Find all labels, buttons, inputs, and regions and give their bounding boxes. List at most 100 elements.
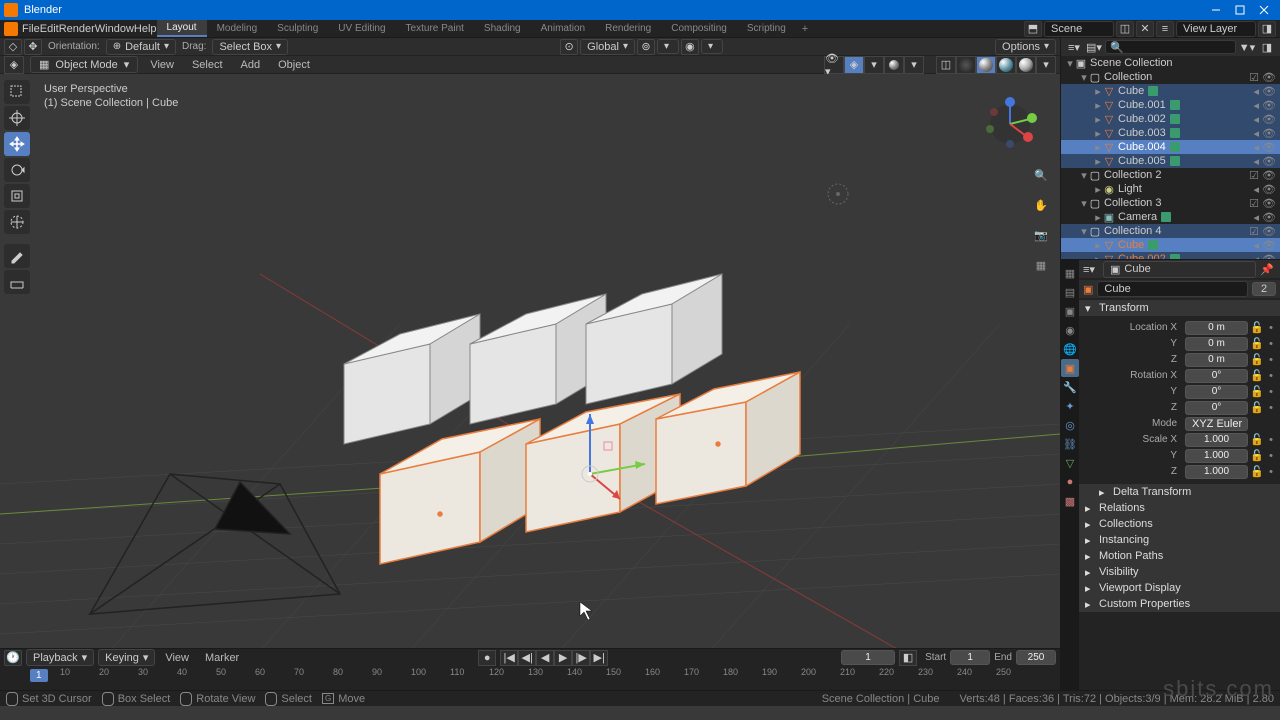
preview-range-icon[interactable]: ◧ <box>899 650 917 666</box>
autokey-toggle[interactable]: ● <box>478 650 496 666</box>
panel-instancing[interactable]: ▸Instancing <box>1079 532 1280 548</box>
tool-transform[interactable] <box>4 210 30 234</box>
timeline-ruler[interactable]: 1 10203040506070809010011012013014015016… <box>0 667 1060 690</box>
object-users-field[interactable]: 2 <box>1252 282 1276 296</box>
outliner-row[interactable]: ▸▽Cube.003◂👁 <box>1061 126 1280 140</box>
workspace-add[interactable]: + <box>796 23 814 35</box>
visibility-icon[interactable]: 👁▾ <box>824 56 844 74</box>
outliner-new-collection-icon[interactable]: ◨ <box>1258 39 1276 55</box>
properties-editor-icon[interactable]: ≡▾ <box>1083 263 1099 276</box>
workspace-texture[interactable]: Texture Paint <box>396 21 474 36</box>
viewport-menu-add[interactable]: Add <box>235 59 267 71</box>
tab-output[interactable]: ▤ <box>1061 283 1079 301</box>
menu-render[interactable]: Render <box>59 23 95 35</box>
outliner-row[interactable]: ▸▣Camera◂👁 <box>1061 210 1280 224</box>
scene-browse-icon[interactable]: ⬒ <box>1024 21 1042 37</box>
outliner-search[interactable]: 🔍 <box>1105 40 1236 54</box>
pivot-icon[interactable]: ⊙ <box>560 39 578 55</box>
options-dropdown[interactable]: Options ▾ <box>995 39 1056 55</box>
shading-dropdown[interactable]: ▾ <box>1036 56 1056 74</box>
timeline-editor-icon[interactable]: 🕐 <box>4 650 22 666</box>
drag-dropdown[interactable]: Select Box ▾ <box>212 39 288 55</box>
tab-object[interactable]: ▣ <box>1061 359 1079 377</box>
playback-dropdown[interactable]: Playback ▾ <box>26 649 94 666</box>
play-reverse-icon[interactable]: ◀ <box>536 650 554 666</box>
zoom-icon[interactable]: 🔍 <box>1030 164 1052 186</box>
nav-gizmo[interactable] <box>980 94 1040 154</box>
outliner-row[interactable]: ▾▢Collection☑👁 <box>1061 70 1280 84</box>
tab-world[interactable]: 🌐 <box>1061 340 1079 358</box>
workspace-uv[interactable]: UV Editing <box>328 21 395 36</box>
outliner-row[interactable]: ▸▽Cube.002◂👁 <box>1061 112 1280 126</box>
tool-rotate[interactable] <box>4 158 30 182</box>
menu-help[interactable]: Help <box>134 23 157 35</box>
tab-physics[interactable]: ◎ <box>1061 416 1079 434</box>
start-frame-field[interactable]: 1 <box>950 650 990 665</box>
overlays-dropdown[interactable]: ▾ <box>904 56 924 74</box>
outliner-row[interactable]: ▾▢Collection 2☑👁 <box>1061 168 1280 182</box>
gizmo-dropdown[interactable]: ▾ <box>864 56 884 74</box>
transform-orientations-icon[interactable]: ✥ <box>24 39 42 55</box>
outliner-row[interactable]: ▸▽Cube.004◂👁 <box>1061 140 1280 154</box>
panel-vpdisplay[interactable]: ▸Viewport Display <box>1079 580 1280 596</box>
outliner-row[interactable]: ▾▢Collection 3☑👁 <box>1061 196 1280 210</box>
workspace-scripting[interactable]: Scripting <box>737 21 796 36</box>
workspace-modeling[interactable]: Modeling <box>207 21 268 36</box>
playhead[interactable]: 1 <box>30 669 48 682</box>
workspace-shading[interactable]: Shading <box>474 21 531 36</box>
end-frame-field[interactable]: 250 <box>1016 650 1056 665</box>
pin-icon[interactable]: 📌 <box>1260 263 1276 276</box>
workspace-compositing[interactable]: Compositing <box>661 21 737 36</box>
rendered-shading[interactable] <box>1016 56 1036 74</box>
keyframe-prev-icon[interactable]: ◀| <box>518 650 536 666</box>
outliner-row[interactable]: ▸▽Cube.002◂👁 <box>1061 252 1280 259</box>
keying-dropdown[interactable]: Keying ▾ <box>98 649 155 666</box>
solid-shading[interactable] <box>976 56 996 74</box>
timeline-menu-marker[interactable]: Marker <box>199 652 245 664</box>
viewlayer-field[interactable]: View Layer <box>1176 21 1256 37</box>
play-icon[interactable]: ▶ <box>554 650 572 666</box>
scale-x[interactable]: 1.000 <box>1185 433 1248 447</box>
tab-constraints[interactable]: ⛓ <box>1061 435 1079 453</box>
viewport-menu-view[interactable]: View <box>144 59 180 71</box>
jump-end-icon[interactable]: ▶| <box>590 650 608 666</box>
location-z[interactable]: 0 m <box>1185 353 1248 367</box>
tool-measure[interactable] <box>4 270 30 294</box>
tool-move[interactable] <box>4 132 30 156</box>
perspective-icon[interactable]: ▦ <box>1030 254 1052 276</box>
xray-toggle[interactable]: ◫ <box>936 56 956 74</box>
tab-scene[interactable]: ◉ <box>1061 321 1079 339</box>
tab-mesh[interactable]: ▽ <box>1061 454 1079 472</box>
tab-particles[interactable]: ✦ <box>1061 397 1079 415</box>
viewport-menu-select[interactable]: Select <box>186 59 229 71</box>
panel-transform[interactable]: ▾Transform <box>1079 300 1280 316</box>
rotation-mode[interactable]: XYZ Euler ▾ <box>1185 417 1248 431</box>
outliner-display-icon[interactable]: ▤▾ <box>1085 39 1103 55</box>
workspace-sculpting[interactable]: Sculpting <box>267 21 328 36</box>
proportional-icon[interactable]: ◉ <box>681 39 699 55</box>
location-x[interactable]: 0 m <box>1185 321 1248 335</box>
outliner-tree[interactable]: ▾▣Scene Collection ▾▢Collection☑👁▸▽Cube◂… <box>1061 56 1280 259</box>
jump-start-icon[interactable]: |◀ <box>500 650 518 666</box>
viewport-canvas[interactable] <box>0 74 1060 648</box>
camera-view-icon[interactable]: 📷 <box>1030 224 1052 246</box>
menu-edit[interactable]: Edit <box>40 23 59 35</box>
tab-render[interactable]: ▦ <box>1061 264 1079 282</box>
scene-new-icon[interactable]: ◫ <box>1116 21 1134 37</box>
properties-breadcrumb[interactable]: ▣ Cube <box>1103 261 1256 278</box>
close-button[interactable] <box>1252 1 1276 19</box>
wireframe-shading[interactable] <box>956 56 976 74</box>
outliner-row[interactable]: ▸▽Cube◂👁 <box>1061 84 1280 98</box>
editor-type-3d-icon[interactable]: ◈ <box>4 56 24 74</box>
scene-field[interactable]: Scene <box>1044 21 1114 37</box>
outliner-filter-icon[interactable]: ▼▾ <box>1238 39 1256 55</box>
tab-viewlayer[interactable]: ▣ <box>1061 302 1079 320</box>
workspace-animation[interactable]: Animation <box>531 21 595 36</box>
panel-visibility[interactable]: ▸Visibility <box>1079 564 1280 580</box>
tab-modifiers[interactable]: 🔧 <box>1061 378 1079 396</box>
lookdev-shading[interactable] <box>996 56 1016 74</box>
viewlayer-del-icon[interactable]: ◨ <box>1258 21 1276 37</box>
tool-cursor[interactable] <box>4 106 30 130</box>
menu-window[interactable]: Window <box>95 23 134 35</box>
editor-type-icon[interactable]: ◇ <box>4 39 22 55</box>
